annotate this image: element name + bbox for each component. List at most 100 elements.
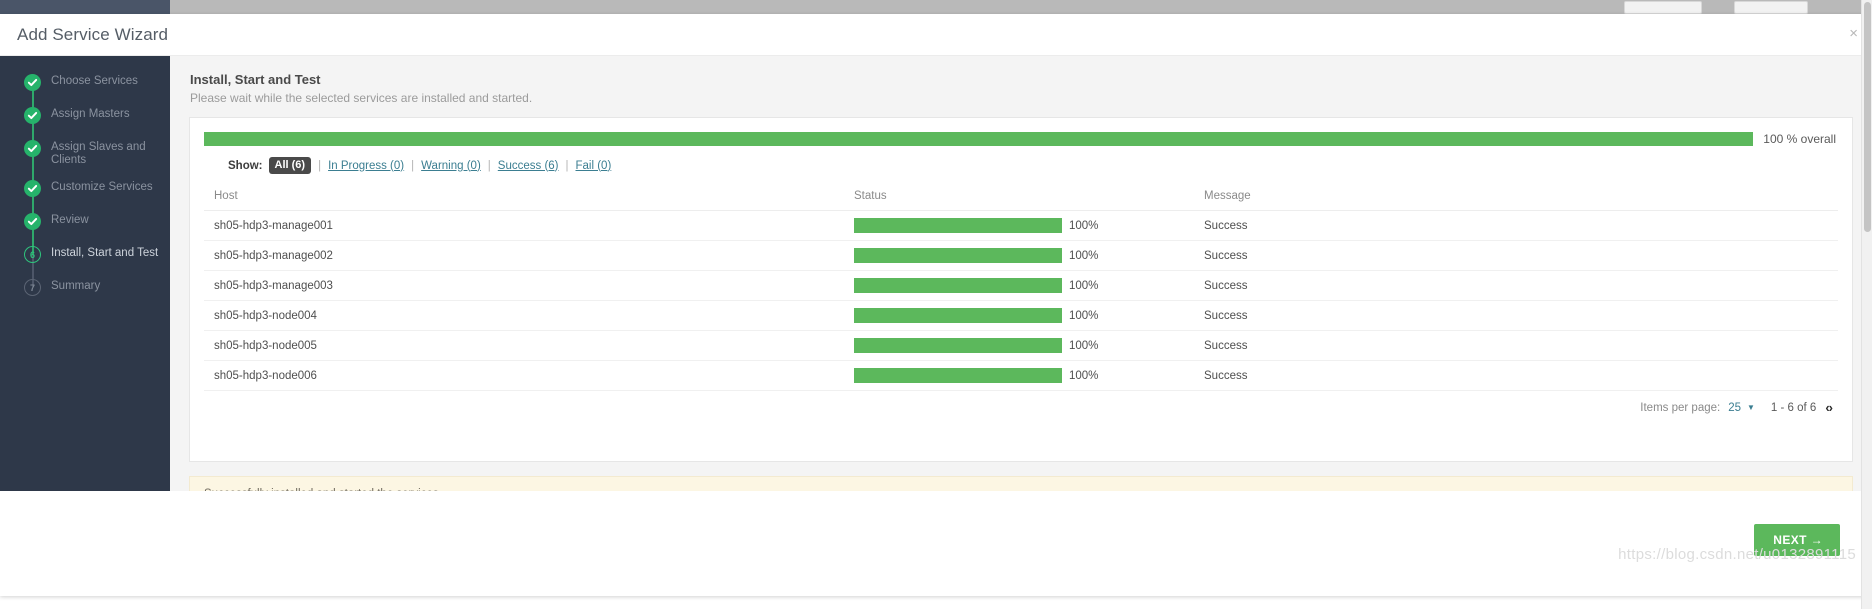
- row-progress-label: 100%: [1069, 369, 1099, 382]
- overall-progress-fill: [204, 132, 1754, 146]
- sidebar-step-label: Assign Masters: [51, 108, 130, 120]
- add-service-wizard-modal: Add Service Wizard × Choose Services Ass…: [0, 14, 1872, 596]
- sidebar-step-label: Install, Start and Test: [51, 247, 159, 259]
- row-progress-bar: [854, 308, 1062, 323]
- items-per-page-label: Items per page:: [1640, 401, 1721, 414]
- row-progress-bar: [854, 368, 1062, 383]
- filter-all[interactable]: All (6): [268, 157, 312, 174]
- items-per-page-value[interactable]: 25: [1728, 402, 1741, 414]
- cell-host: sh05-hdp3-manage001: [204, 210, 844, 241]
- row-progress-bar: [854, 218, 1062, 233]
- cell-host: sh05-hdp3-node004: [204, 300, 844, 331]
- watermark: https://blog.csdn.net/u0132891115: [1618, 546, 1856, 563]
- column-header-status[interactable]: Status: [844, 184, 1194, 211]
- page-scrollbar[interactable]: [1861, 0, 1872, 609]
- background-ghost-button: [1624, 1, 1702, 14]
- row-progress-label: 100%: [1069, 249, 1099, 262]
- step-number-badge: 6: [24, 246, 41, 263]
- next-page-icon[interactable]: ›: [1829, 400, 1833, 415]
- step-number-badge: 7: [24, 279, 41, 296]
- sidebar-step-choose-services[interactable]: Choose Services: [0, 73, 170, 106]
- sidebar-step-customize-services[interactable]: Customize Services: [0, 179, 170, 212]
- status-cell: 100%: [854, 308, 1194, 323]
- sidebar-step-assign-slaves-and-clients[interactable]: Assign Slaves and Clients: [0, 139, 170, 179]
- table-row[interactable]: sh05-hdp3-node005 100% Success: [204, 330, 1838, 361]
- status-cell: 100%: [854, 338, 1194, 353]
- cell-message: Success: [1194, 270, 1838, 301]
- content-subtitle: Please wait while the selected services …: [190, 91, 533, 105]
- wizard-footer: NEXT → https://blog.csdn.net/u0132891115: [0, 491, 1872, 596]
- screen-root: Add Service Wizard × Choose Services Ass…: [0, 0, 1872, 609]
- filter-warning[interactable]: Warning (0): [421, 160, 481, 172]
- host-status-table: Host Status Message sh05-hdp3-manage001 1…: [204, 184, 1838, 391]
- cell-status: 100%: [844, 240, 1194, 271]
- check-icon: [24, 107, 41, 124]
- sidebar-step-review[interactable]: Review: [0, 212, 170, 245]
- show-label: Show:: [228, 159, 263, 172]
- row-progress-fill: [854, 278, 1062, 293]
- scrollbar-thumb[interactable]: [1864, 2, 1871, 232]
- cell-host: sh05-hdp3-node005: [204, 330, 844, 361]
- status-cell: 100%: [854, 218, 1194, 233]
- page-title: Add Service Wizard: [17, 25, 169, 44]
- wizard-steps: Choose Services Assign Masters Assign Sl…: [0, 56, 170, 311]
- row-progress-label: 100%: [1069, 219, 1099, 232]
- filter-separator: |: [411, 159, 415, 172]
- modal-header: Add Service Wizard ×: [0, 14, 1872, 56]
- row-progress-bar: [854, 278, 1062, 293]
- check-icon: [24, 74, 41, 91]
- row-progress-label: 100%: [1069, 339, 1099, 352]
- cell-message: Success: [1194, 300, 1838, 331]
- install-panel: 100 % overall Show: All (6) | In Progres…: [189, 117, 1853, 462]
- row-progress-fill: [854, 368, 1062, 383]
- check-icon: [24, 213, 41, 230]
- modal-body: Choose Services Assign Masters Assign Sl…: [0, 56, 1872, 596]
- column-header-host[interactable]: Host: [204, 184, 844, 211]
- filter-success[interactable]: Success (6): [498, 160, 559, 172]
- overall-progress-label: 100 % overall: [1763, 132, 1836, 146]
- table-row[interactable]: sh05-hdp3-manage002 100% Success: [204, 240, 1838, 271]
- row-progress-label: 100%: [1069, 279, 1099, 292]
- check-icon: [24, 180, 41, 197]
- sidebar-step-label: Review: [51, 214, 89, 226]
- cell-status: 100%: [844, 300, 1194, 331]
- cell-status: 100%: [844, 210, 1194, 241]
- table-row[interactable]: sh05-hdp3-node006 100% Success: [204, 360, 1838, 391]
- status-cell: 100%: [854, 248, 1194, 263]
- sidebar-step-summary[interactable]: 7 Summary: [0, 278, 170, 311]
- column-header-message[interactable]: Message: [1194, 184, 1838, 211]
- background-ghost-button-2: [1734, 1, 1808, 14]
- cell-message: Success: [1194, 360, 1838, 391]
- cell-message: Success: [1194, 210, 1838, 241]
- row-progress-bar: [854, 338, 1062, 353]
- filter-separator: |: [565, 159, 569, 172]
- sidebar-step-label: Customize Services: [51, 181, 153, 193]
- chevron-down-icon[interactable]: ▼: [1747, 403, 1755, 412]
- status-cell: 100%: [854, 368, 1194, 383]
- cell-status: 100%: [844, 330, 1194, 361]
- cell-status: 100%: [844, 270, 1194, 301]
- table-row[interactable]: sh05-hdp3-manage003 100% Success: [204, 270, 1838, 301]
- sidebar-step-install-start-and-test[interactable]: 6 Install, Start and Test: [0, 245, 170, 278]
- filter-in-progress[interactable]: In Progress (0): [328, 160, 404, 172]
- sidebar-step-assign-masters[interactable]: Assign Masters: [0, 106, 170, 139]
- close-icon[interactable]: ×: [1849, 26, 1858, 41]
- wizard-sidebar: Choose Services Assign Masters Assign Sl…: [0, 56, 170, 491]
- row-progress-label: 100%: [1069, 309, 1099, 322]
- table-row[interactable]: sh05-hdp3-manage001 100% Success: [204, 210, 1838, 241]
- filter-fail[interactable]: Fail (0): [576, 160, 612, 172]
- status-cell: 100%: [854, 278, 1194, 293]
- cell-message: Success: [1194, 240, 1838, 271]
- sidebar-step-label: Choose Services: [51, 75, 138, 87]
- cell-message: Success: [1194, 330, 1838, 361]
- cell-host: sh05-hdp3-manage003: [204, 270, 844, 301]
- check-icon: [24, 140, 41, 157]
- filter-separator: |: [487, 159, 491, 172]
- cell-host: sh05-hdp3-manage002: [204, 240, 844, 271]
- table-body: sh05-hdp3-manage001 100% Success sh05-hdp3-…: [204, 210, 1838, 391]
- row-progress-fill: [854, 248, 1062, 263]
- row-progress-fill: [854, 218, 1062, 233]
- paginator: Items per page: 25 ▼ 1 - 6 of 6 ‹ ›: [204, 391, 1838, 415]
- content-title: Install, Start and Test: [190, 72, 321, 87]
- table-row[interactable]: sh05-hdp3-node004 100% Success: [204, 300, 1838, 331]
